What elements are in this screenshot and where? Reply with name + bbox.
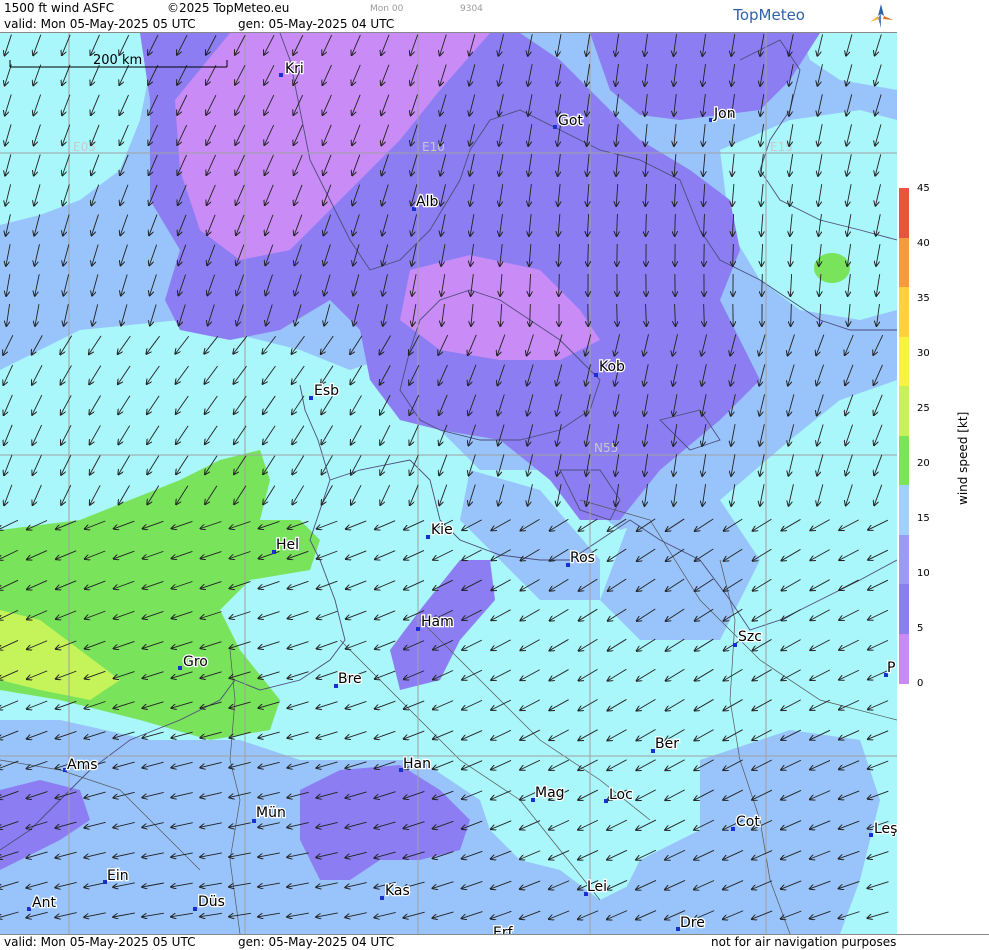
grid-label-n55: N55	[594, 441, 618, 455]
header-bar: 1500 ft wind ASFC ©2025 TopMeteo.eu Mon …	[0, 0, 897, 33]
color-bar-segment	[899, 584, 909, 634]
color-bar	[899, 188, 909, 683]
city-marker	[731, 827, 735, 831]
city-label-kri: Kri	[285, 61, 304, 77]
color-bar-segment	[899, 188, 909, 238]
city-marker	[416, 627, 420, 631]
legend-tick: 15	[917, 513, 930, 524]
city-label-kob: Kob	[599, 359, 625, 375]
city-label-ein: Ein	[107, 868, 129, 884]
scale-bar-label: 200 km	[93, 53, 142, 68]
city-label-ber: Ber	[655, 736, 679, 752]
footer-disclaimer: not for air navigation purposes	[711, 935, 896, 949]
color-bar-segment	[899, 337, 909, 387]
valid-time: valid: Mon 05-May-2025 05 UTC	[4, 17, 195, 31]
color-bar-segment	[899, 287, 909, 337]
legend-label: wind speed [kt]	[956, 412, 970, 505]
legend-tick: 20	[917, 458, 930, 469]
city-label-ant: Ant	[32, 895, 56, 911]
city-label-dre: Dre	[680, 915, 705, 931]
legend-tick: 35	[917, 293, 930, 304]
city-label-dus: Düs	[198, 894, 225, 910]
city-label-p: P	[887, 660, 895, 676]
city-label-alb: Alb	[416, 194, 438, 210]
city-label-szc: Szc	[738, 629, 762, 645]
color-bar-segment	[899, 634, 909, 684]
legend-tick: 40	[917, 238, 930, 249]
color-bar-segment	[899, 485, 909, 535]
compass-icon	[868, 2, 894, 30]
topmeteo-logo: TopMeteo	[733, 6, 805, 24]
city-label-loc: Loc	[609, 787, 633, 803]
city-label-lei: Lei	[587, 879, 607, 895]
city-marker	[193, 907, 197, 911]
city-label-cot: Cot	[736, 814, 760, 830]
city-label-kie: Kie	[431, 522, 453, 538]
city-label-jon: Jon	[713, 106, 736, 122]
city-marker	[869, 833, 873, 837]
legend-tick: 25	[917, 403, 930, 414]
legend-panel: 45 40 35 30 25 20 15 10 5 0	[898, 0, 989, 934]
legend-tick: 0	[917, 678, 923, 689]
city-marker	[380, 896, 384, 900]
footer-valid: valid: Mon 05-May-2025 05 UTC	[4, 935, 195, 949]
city-label-les: Leş	[874, 821, 897, 837]
city-marker	[178, 666, 182, 670]
city-marker	[709, 118, 713, 122]
color-bar-segment	[899, 436, 909, 486]
wind-arrow	[559, 274, 560, 296]
color-bar-segment	[899, 238, 909, 288]
city-label-gro: Gro	[183, 654, 208, 670]
legend-tick: 10	[917, 568, 930, 579]
legend-tick: 30	[917, 348, 930, 359]
city-marker	[594, 373, 598, 377]
code-label: 9304	[460, 4, 483, 14]
gen-time: gen: 05-May-2025 04 UTC	[238, 17, 394, 31]
city-marker	[279, 73, 283, 77]
footer-bar: valid: Mon 05-May-2025 05 UTC gen: 05-Ma…	[0, 934, 989, 950]
city-label-erf: Erf	[493, 925, 514, 934]
city-label-esb: Esb	[314, 383, 339, 399]
city-label-ham: Ham	[421, 614, 454, 630]
legend-tick: 5	[917, 623, 923, 634]
wind-map-canvas: E05 E10 E15 N55 200 km	[0, 33, 897, 934]
run-label: Mon 00	[370, 4, 403, 14]
city-label-ams: Ams	[67, 757, 98, 773]
footer-gen: gen: 05-May-2025 04 UTC	[238, 935, 394, 949]
city-label-mag: Mag	[535, 785, 565, 801]
city-label-kas: Kas	[385, 883, 410, 899]
copyright: ©2025 TopMeteo.eu	[167, 1, 289, 15]
city-marker	[553, 125, 557, 129]
city-label-mun: Mün	[256, 805, 286, 821]
city-label-hel: Hel	[276, 537, 299, 553]
city-label-ros: Ros	[570, 550, 595, 566]
city-marker	[309, 396, 313, 400]
legend-tick: 45	[917, 183, 930, 194]
color-bar-segment	[899, 535, 909, 585]
map-title: 1500 ft wind ASFC	[4, 1, 114, 15]
city-marker	[426, 535, 430, 539]
city-marker	[733, 643, 737, 647]
city-label-bre: Bre	[338, 671, 362, 687]
color-bar-segment	[899, 386, 909, 436]
city-label-han: Han	[403, 756, 431, 772]
wind-map[interactable]: E05 E10 E15 N55 200 km	[0, 33, 897, 934]
city-marker	[27, 907, 31, 911]
city-label-got: Got	[558, 113, 583, 129]
city-marker	[604, 799, 608, 803]
